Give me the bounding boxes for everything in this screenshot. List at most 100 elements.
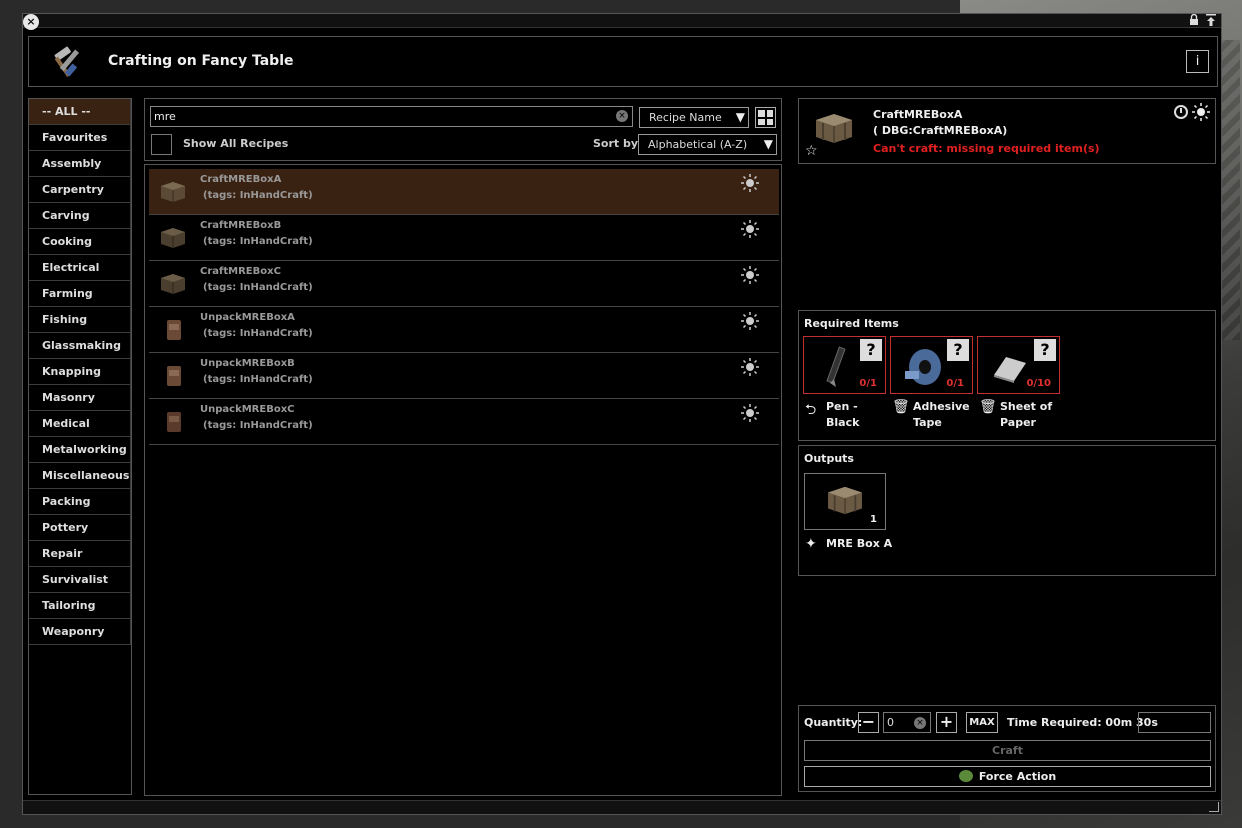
increase-quantity-button[interactable]: +: [936, 712, 957, 733]
crafting-window: × Crafting on Fancy Table i -- ALL -- Fa…: [22, 13, 1222, 815]
quantity-value: 0: [887, 716, 894, 729]
sun-icon: [741, 266, 759, 284]
required-item-slot[interactable]: ? 0/1: [803, 336, 886, 394]
crate-icon: [159, 272, 187, 296]
category-fishing[interactable]: Fishing: [29, 307, 131, 333]
search-panel: mre × Recipe Name ▼ Show All Recipes Sor…: [144, 98, 782, 161]
pen-icon: [816, 345, 856, 387]
show-all-recipes-checkbox[interactable]: [151, 134, 172, 155]
window-title: Crafting on Fancy Table: [108, 53, 294, 69]
window-footer: [23, 800, 1221, 814]
required-items-title: Required Items: [804, 317, 899, 330]
quantity-label: Quantity:: [804, 716, 863, 729]
craft-error-message: Can't craft: missing required item(s): [873, 142, 1100, 155]
recipe-name: CraftMREBoxA: [200, 174, 282, 185]
title-bar[interactable]: ×: [23, 13, 1221, 30]
sun-icon: [741, 404, 759, 422]
recipe-row[interactable]: CraftMREBoxC (tags: InHandCraft): [149, 261, 779, 307]
window-header: Crafting on Fancy Table i: [28, 36, 1218, 87]
crate-icon: [159, 180, 187, 204]
required-item-slot[interactable]: ? 0/10: [977, 336, 1060, 394]
clear-search-icon[interactable]: ×: [616, 110, 628, 122]
sun-icon: [1192, 103, 1210, 121]
item-count: 0/1: [859, 378, 877, 389]
output-item-slot[interactable]: 1: [804, 473, 886, 530]
filter-mode-dropdown[interactable]: Recipe Name ▼: [639, 107, 749, 128]
category-weaponry[interactable]: Weaponry: [29, 619, 131, 645]
trash-icon[interactable]: 🗑: [892, 399, 910, 415]
force-action-button[interactable]: Force Action: [804, 766, 1211, 787]
category-pottery[interactable]: Pottery: [29, 515, 131, 541]
category-glassmaking[interactable]: Glassmaking: [29, 333, 131, 359]
paper-icon: [990, 345, 1030, 387]
resize-handle-icon[interactable]: [1209, 802, 1219, 812]
missing-item-icon: ?: [1034, 339, 1056, 361]
category-knapping[interactable]: Knapping: [29, 359, 131, 385]
decrease-quantity-button[interactable]: −: [858, 712, 879, 733]
required-items-panel: Required Items ? 0/1 ⮌ Pen - Black ? 0/1…: [798, 310, 1216, 441]
search-input-value: mre: [154, 110, 176, 123]
recipe-list: CraftMREBoxA (tags: InHandCraft) CraftMR…: [144, 164, 782, 796]
output-item-label: MRE Box A: [826, 537, 893, 550]
recipe-row[interactable]: UnpackMREBoxC (tags: InHandCraft): [149, 399, 779, 445]
outputs-panel: Outputs 1 ✦ MRE Box A: [798, 445, 1216, 576]
max-quantity-button[interactable]: MAX: [966, 712, 998, 733]
time-required-label: Time Required: 00m 30s: [1007, 716, 1158, 729]
output-count: 1: [870, 514, 877, 525]
sort-value: Alphabetical (A-Z): [648, 138, 748, 151]
category-masonry[interactable]: Masonry: [29, 385, 131, 411]
category-miscellaneous[interactable]: Miscellaneous: [29, 463, 131, 489]
clear-quantity-icon[interactable]: ×: [914, 717, 926, 729]
category-cooking[interactable]: Cooking: [29, 229, 131, 255]
category-packing[interactable]: Packing: [29, 489, 131, 515]
recipe-tags: (tags: InHandCraft): [203, 236, 313, 247]
missing-item-icon: ?: [947, 339, 969, 361]
search-input[interactable]: mre ×: [150, 106, 633, 127]
category-tailoring[interactable]: Tailoring: [29, 593, 131, 619]
close-icon[interactable]: ×: [23, 14, 39, 30]
recipe-row[interactable]: UnpackMREBoxB (tags: InHandCraft): [149, 353, 779, 399]
recipe-row[interactable]: CraftMREBoxA (tags: InHandCraft): [149, 169, 779, 215]
chevron-down-icon: ▼: [763, 137, 773, 151]
category-repair[interactable]: Repair: [29, 541, 131, 567]
category-assembly[interactable]: Assembly: [29, 151, 131, 177]
crafting-tools-icon: [51, 44, 87, 80]
favourite-star-icon[interactable]: ☆: [805, 143, 818, 159]
category-metalworking[interactable]: Metalworking: [29, 437, 131, 463]
filter-mode-value: Recipe Name: [649, 111, 722, 124]
crate-icon: [813, 111, 855, 145]
sun-icon: [741, 174, 759, 192]
category-farming[interactable]: Farming: [29, 281, 131, 307]
recipe-detail-name: CraftMREBoxA: [873, 108, 963, 121]
info-icon[interactable]: i: [1186, 50, 1209, 73]
recipe-name: CraftMREBoxC: [200, 266, 281, 277]
required-item-label: Pen - Black: [826, 400, 860, 429]
sun-icon: [741, 358, 759, 376]
category-carving[interactable]: Carving: [29, 203, 131, 229]
quantity-input[interactable]: 0 ×: [883, 712, 931, 733]
force-action-label: Force Action: [978, 770, 1057, 783]
lock-icon[interactable]: [1187, 13, 1201, 28]
sort-dropdown[interactable]: Alphabetical (A-Z) ▼: [638, 134, 777, 155]
return-icon[interactable]: ⮌: [805, 399, 816, 423]
category-electrical[interactable]: Electrical: [29, 255, 131, 281]
show-all-recipes-label: Show All Recipes: [183, 137, 289, 150]
craft-button[interactable]: Craft: [804, 740, 1211, 761]
missing-item-icon: ?: [860, 339, 882, 361]
recipe-tags: (tags: InHandCraft): [203, 374, 313, 385]
force-action-icon: [958, 770, 973, 782]
grid-view-icon[interactable]: [755, 107, 776, 128]
category-survivalist[interactable]: Survivalist: [29, 567, 131, 593]
pin-icon[interactable]: [1204, 14, 1218, 28]
trash-icon[interactable]: 🗑: [979, 399, 997, 415]
category-medical[interactable]: Medical: [29, 411, 131, 437]
time-required-field: [1138, 712, 1211, 733]
recipe-row[interactable]: UnpackMREBoxA (tags: InHandCraft): [149, 307, 779, 353]
recipe-row[interactable]: CraftMREBoxB (tags: InHandCraft): [149, 215, 779, 261]
sun-icon: [741, 220, 759, 238]
category-favourites[interactable]: Favourites: [29, 125, 131, 151]
category-carpentry[interactable]: Carpentry: [29, 177, 131, 203]
required-item-slot[interactable]: ? 0/1: [890, 336, 973, 394]
craft-controls: Quantity: − 0 × + MAX Time Required: 00m…: [798, 705, 1216, 792]
category-all[interactable]: -- ALL --: [29, 99, 131, 125]
